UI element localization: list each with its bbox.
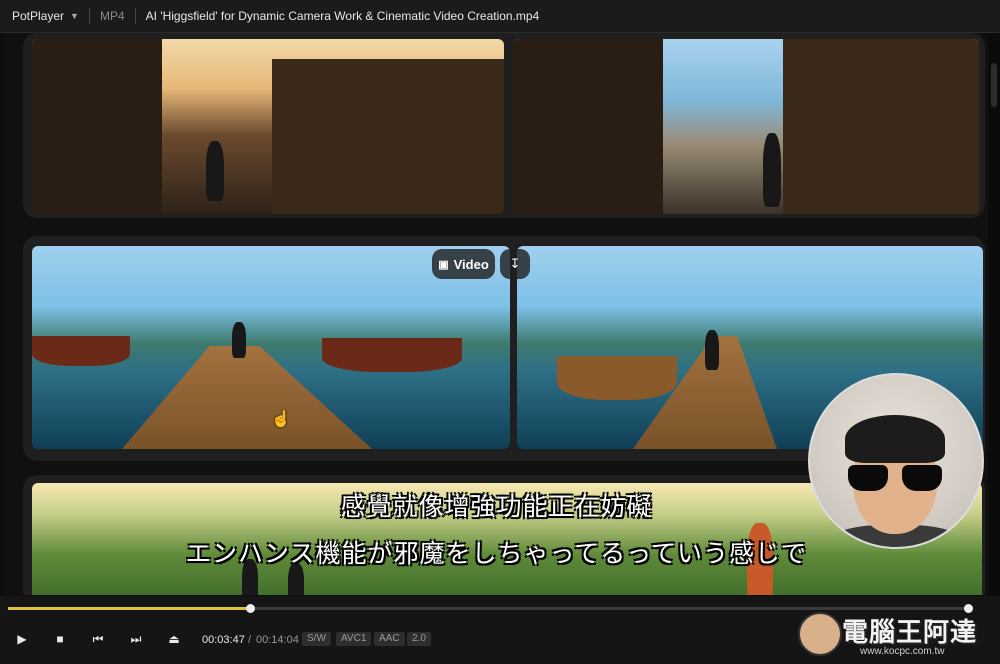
stop-button[interactable]: ■ — [47, 626, 73, 652]
site-watermark: 電腦王阿達 www.kocpc.com.tw — [798, 608, 994, 662]
app-name: PotPlayer — [12, 9, 65, 23]
skip-next-icon: ⏭ — [130, 631, 142, 646]
clip-thumbnail-harbor-street — [513, 39, 979, 214]
audio-codec-badge[interactable]: AAC — [374, 632, 405, 646]
video-overlay-button[interactable]: ▣ Video — [432, 249, 495, 279]
current-time: 00:03:47 — [202, 634, 245, 646]
seek-bar-progress — [8, 607, 251, 610]
video-overlay-label: Video — [453, 256, 489, 272]
mascot-logo-icon — [798, 612, 842, 656]
eject-icon: ⏏ — [168, 632, 180, 646]
file-name: AI 'Higgsfield' for Dynamic Camera Work … — [145, 9, 540, 23]
play-button[interactable]: ▶ — [9, 626, 35, 652]
subtitle-line-2: エンハンス機能が邪魔をしちゃってるっていう感じで — [185, 539, 807, 568]
total-time: 00:14:04 — [256, 634, 299, 646]
app-menu-button[interactable]: PotPlayer ▼ — [0, 0, 89, 32]
audio-channels-badge[interactable]: 2.0 — [407, 632, 431, 646]
side-scrollbar[interactable] — [988, 33, 1000, 595]
next-button[interactable]: ⏭ — [123, 626, 149, 652]
chevron-down-icon: ▼ — [70, 11, 79, 21]
title-bar: PotPlayer ▼ MP4 AI 'Higgsfield' for Dyna… — [0, 0, 1000, 33]
video-codec-badge[interactable]: AVC1 — [336, 632, 372, 646]
video-row-1 — [23, 33, 985, 218]
play-icon: ▶ — [17, 632, 27, 646]
clip-thumbnail-street-sunset — [32, 39, 504, 214]
subtitle-line-1: 感覺就像增強功能正在妨礙 — [340, 492, 653, 521]
watermark-url: www.kocpc.com.tw — [860, 646, 945, 657]
decoder-badge[interactable]: S/W — [302, 632, 331, 646]
download-button[interactable]: ↧ — [500, 249, 530, 279]
video-camera-icon: ▣ — [438, 258, 449, 271]
seek-bar-handle[interactable] — [246, 604, 256, 613]
watermark-logo-text: 電腦王阿達 — [842, 618, 978, 648]
scrollbar-thumb[interactable] — [991, 63, 997, 107]
mouse-cursor-icon: ☝ — [271, 411, 291, 428]
skip-previous-icon: ⏮ — [92, 631, 104, 646]
video-viewport[interactable]: ▣ Video ↧ ☝ 感覺就像增強功能正在妨礙 エンハンス機能が邪魔をしちゃっ… — [5, 33, 988, 595]
stop-icon: ■ — [56, 632, 64, 646]
time-separator: / — [248, 634, 252, 646]
file-format: MP4 — [99, 9, 125, 23]
previous-button[interactable]: ⏮ — [85, 626, 111, 652]
download-icon: ↧ — [509, 256, 521, 271]
eject-button[interactable]: ⏏ — [161, 626, 187, 652]
